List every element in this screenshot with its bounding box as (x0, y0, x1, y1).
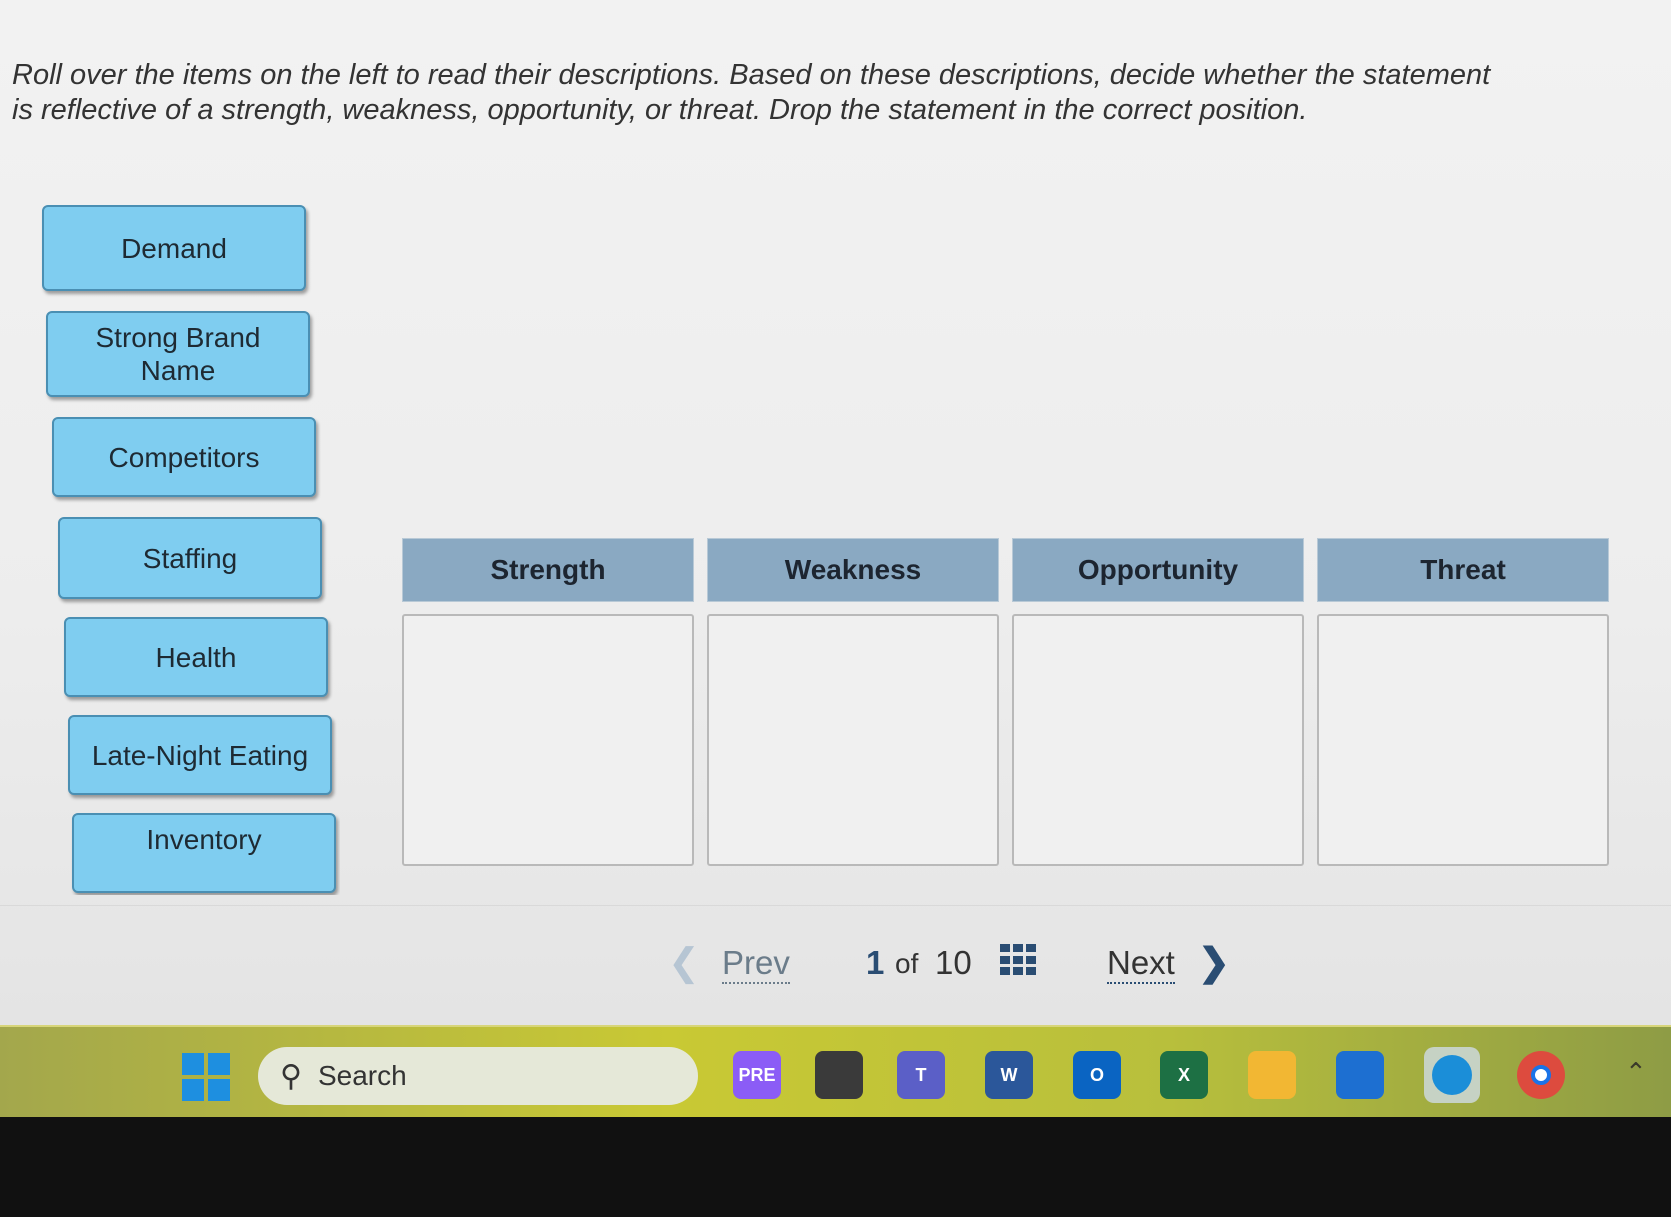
drag-item-late-night-eating[interactable]: Late-Night Eating (68, 715, 332, 795)
microsoft-store-icon[interactable] (1336, 1051, 1384, 1099)
drop-zone-strength[interactable] (402, 614, 694, 866)
drop-zone-weakness[interactable] (707, 614, 999, 866)
word-letter: W (1000, 1064, 1018, 1085)
column-strength: Strength (402, 538, 694, 866)
drag-item-health[interactable]: Health (64, 617, 328, 697)
column-header-opportunity: Opportunity (1012, 538, 1304, 602)
task-view-icon[interactable] (815, 1051, 863, 1099)
chrome-center (1531, 1065, 1551, 1085)
drag-item-strong-brand-name[interactable]: Strong Brand Name (46, 311, 310, 397)
page-of-label: of (895, 948, 919, 979)
app-screen: Roll over the items on the left to read … (0, 0, 1671, 1025)
edge-icon (1432, 1055, 1472, 1095)
taskbar-search-box[interactable]: ⚲ Search (258, 1047, 698, 1105)
total-pages-number: 10 (935, 944, 972, 981)
drag-item-competitors[interactable]: Competitors (52, 417, 316, 497)
chrome-icon[interactable] (1517, 1051, 1565, 1099)
drop-zone-opportunity[interactable] (1012, 614, 1304, 866)
excel-icon[interactable]: X (1160, 1051, 1208, 1099)
outlook-letter: O (1089, 1064, 1104, 1085)
chevron-left-icon[interactable]: ❮ (668, 940, 700, 985)
column-weakness: Weakness (707, 538, 999, 866)
monitor-bezel (0, 1117, 1671, 1217)
drag-item-inventory[interactable]: Inventory (72, 813, 336, 893)
chevron-right-icon[interactable]: ❯ (1198, 940, 1230, 985)
drag-item-staffing[interactable]: Staffing (58, 517, 322, 599)
column-threat: Threat (1317, 538, 1609, 866)
column-header-threat: Threat (1317, 538, 1609, 602)
chevron-up-icon[interactable]: ⌃ (1625, 1057, 1647, 1088)
taskbar: ⚲ Search PRE T W O X ⌃ (0, 1025, 1671, 1117)
current-page-number: 1 (866, 944, 885, 981)
word-icon[interactable]: W (985, 1051, 1033, 1099)
outlook-icon[interactable]: O (1073, 1051, 1121, 1099)
edge-app-slot[interactable] (1424, 1047, 1480, 1103)
grid-view-icon[interactable] (1000, 944, 1036, 976)
excel-letter: X (1177, 1064, 1190, 1085)
column-header-weakness: Weakness (707, 538, 999, 602)
windows-start-icon[interactable] (182, 1053, 230, 1101)
footer-divider (0, 905, 1671, 906)
search-icon: ⚲ (280, 1059, 302, 1093)
teams-icon[interactable]: T (897, 1051, 945, 1099)
drop-zone-threat[interactable] (1317, 614, 1609, 866)
next-button[interactable]: Next (1107, 944, 1175, 984)
taskbar-search-label: Search (317, 1060, 407, 1091)
column-opportunity: Opportunity (1012, 538, 1304, 866)
column-header-strength: Strength (402, 538, 694, 602)
instructions-text: Roll over the items on the left to read … (12, 59, 1491, 126)
drag-item-demand[interactable]: Demand (42, 205, 306, 291)
teams-letter: T (915, 1064, 927, 1085)
copilot-pre-icon[interactable]: PRE (733, 1051, 781, 1099)
pagination-bar: ❮ Prev 1 of 10 Next ❯ (0, 940, 1671, 1000)
file-explorer-icon[interactable] (1248, 1051, 1296, 1099)
copilot-pre-badge: PRE (738, 1064, 776, 1085)
prev-button[interactable]: Prev (722, 944, 790, 984)
draggable-items-panel: Demand Strong Brand Name Competitors Sta… (0, 205, 340, 895)
